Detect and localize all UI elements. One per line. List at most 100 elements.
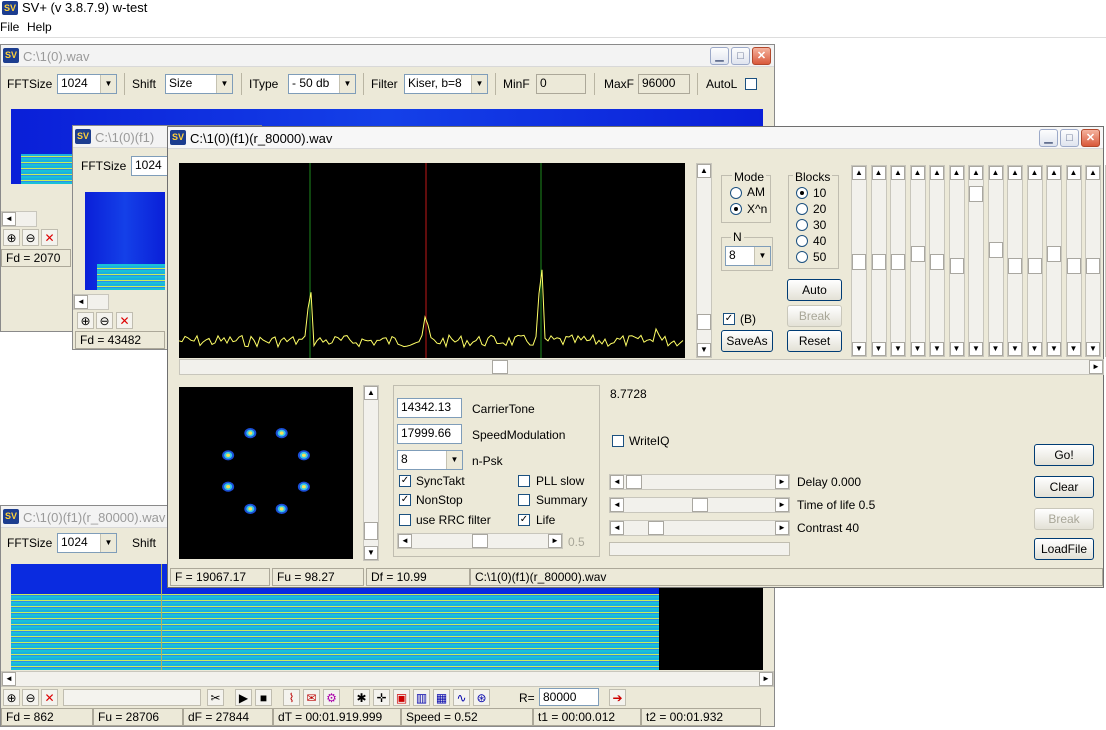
vertical-slider[interactable]: ▲▼	[890, 165, 906, 357]
vertical-slider[interactable]: ▲▼	[929, 165, 945, 357]
fftsize-select[interactable]: 1024 ▼	[57, 74, 117, 94]
settings-icon[interactable]: ⚙	[323, 689, 340, 706]
blocks-radio-30[interactable]	[796, 219, 808, 231]
wave-icon[interactable]: ∿	[453, 689, 470, 706]
window-logo: SV	[3, 48, 19, 63]
waterfall-display[interactable]	[85, 192, 165, 290]
b-checkbox[interactable]: ✓	[723, 313, 735, 325]
vertical-slider[interactable]: ▲▼	[968, 165, 984, 357]
r-field[interactable]: 80000	[539, 688, 599, 706]
spectrum-v-scrollbar[interactable]: ▲ ▼	[696, 163, 712, 358]
speed-modulation-field[interactable]: 17999.66	[397, 424, 462, 444]
pll-slow-checkbox[interactable]	[518, 475, 530, 487]
shift-select[interactable]: Size ▼	[165, 74, 233, 94]
cross-icon[interactable]: ✛	[373, 689, 390, 706]
zoom-reset-icon[interactable]: ✕	[116, 312, 133, 329]
window-logo: SV	[3, 509, 19, 524]
spectrum-display[interactable]	[178, 163, 685, 358]
zoom-reset-icon[interactable]: ✕	[41, 229, 58, 246]
summary-checkbox[interactable]	[518, 494, 530, 506]
constellation-display[interactable]	[179, 387, 353, 559]
loadfile-button[interactable]: LoadFile	[1034, 538, 1094, 560]
h-scrollbar[interactable]: ◄	[73, 294, 109, 310]
writeiq-checkbox[interactable]	[612, 435, 624, 447]
npsk-label: n-Psk	[472, 454, 503, 468]
life-checkbox[interactable]: ✓	[518, 514, 530, 526]
contrast-slider[interactable]: ◄ ►	[609, 520, 790, 536]
marker-icon[interactable]: ✱	[353, 689, 370, 706]
go-button[interactable]: Go!	[1034, 444, 1094, 466]
blocks-radio-50[interactable]	[796, 251, 808, 263]
stop-icon[interactable]: ■	[255, 689, 272, 706]
psk-slider[interactable]: ◄ ►	[397, 533, 563, 549]
zoom-in-icon[interactable]: ⊕	[3, 689, 20, 706]
scroll-left-icon: ◄	[2, 212, 16, 226]
close-icon[interactable]: ✕	[752, 47, 771, 65]
vertical-slider[interactable]: ▲▼	[1007, 165, 1023, 357]
minf-field[interactable]: 0	[536, 74, 586, 94]
vertical-slider[interactable]: ▲▼	[909, 165, 926, 357]
fftsize-select[interactable]: 1024 ▼	[57, 533, 117, 553]
go-arrow-icon[interactable]: ➔	[609, 689, 626, 706]
zoom-out-icon[interactable]: ⊖	[22, 229, 39, 246]
maximize-icon[interactable]: □	[731, 47, 750, 65]
envelope-icon[interactable]: ✉	[303, 689, 320, 706]
grid-icon[interactable]: ▦	[433, 689, 450, 706]
menu-help[interactable]: Help	[27, 20, 52, 34]
vertical-slider[interactable]: ▲▼	[1065, 165, 1082, 357]
rrc-filter-checkbox[interactable]	[399, 514, 411, 526]
zoom-in-icon[interactable]: ⊕	[77, 312, 94, 329]
spectrum-icon[interactable]: ⌇	[283, 689, 300, 706]
minimize-icon[interactable]: ▁	[1039, 129, 1058, 147]
bars-icon[interactable]: ▥	[413, 689, 430, 706]
clear-button[interactable]: Clear	[1034, 476, 1094, 498]
blocks-radio-40[interactable]	[796, 235, 808, 247]
spectrum-h-scrollbar[interactable]: ►	[179, 359, 1104, 375]
n-select[interactable]: 8 ▼	[725, 246, 771, 266]
break-button[interactable]: Break	[787, 305, 842, 327]
vertical-slider[interactable]: ▲▼	[1026, 165, 1043, 357]
vertical-slider[interactable]: ▲▼	[851, 165, 867, 357]
zoom-out-icon[interactable]: ⊖	[22, 689, 39, 706]
zoom-out-icon[interactable]: ⊖	[96, 312, 113, 329]
itype-select[interactable]: - 50 db ▼	[288, 74, 356, 94]
vertical-slider[interactable]: ▲▼	[1046, 165, 1062, 357]
menu-file[interactable]: File	[0, 20, 19, 34]
reset-button[interactable]: Reset	[787, 330, 842, 352]
saveas-button[interactable]: SaveAs	[721, 330, 773, 352]
auto-button[interactable]: Auto	[787, 279, 842, 301]
carrier-tone-field[interactable]: 14342.13	[397, 398, 462, 418]
blocks-radio-10[interactable]	[796, 187, 808, 199]
h-scrollbar[interactable]: ◄	[1, 211, 37, 227]
cut-icon[interactable]: ✂	[207, 689, 224, 706]
vertical-slider[interactable]: ▲▼	[1085, 165, 1101, 357]
nonstop-checkbox[interactable]: ✓	[399, 494, 411, 506]
break2-button[interactable]: Break	[1034, 508, 1094, 530]
play-icon[interactable]: ▶	[235, 689, 252, 706]
window-1-titlebar[interactable]: SV C:\1(0).wav ▁ □ ✕	[1, 45, 774, 67]
h-scrollbar[interactable]: ◄ ►	[1, 671, 774, 687]
synctakt-checkbox[interactable]: ✓	[399, 475, 411, 487]
minimize-icon[interactable]: ▁	[710, 47, 729, 65]
blocks-label-10: 10	[813, 186, 827, 200]
time-of-life-slider[interactable]: ◄ ►	[609, 497, 790, 513]
globe-icon[interactable]: ⊛	[473, 689, 490, 706]
filter-select[interactable]: Kiser, b=8 ▼	[404, 74, 488, 94]
mode-xn-radio[interactable]	[730, 203, 742, 215]
main-window-titlebar[interactable]: SV C:\1(0)(f1)(r_80000).wav ▁ □ ✕	[168, 127, 1103, 149]
maxf-field[interactable]: 96000	[638, 74, 690, 94]
autol-checkbox[interactable]	[745, 78, 757, 90]
delay-slider[interactable]: ◄ ►	[609, 474, 790, 490]
filter-icon[interactable]: ▣	[393, 689, 410, 706]
maximize-icon[interactable]: □	[1060, 129, 1079, 147]
vertical-slider[interactable]: ▲▼	[948, 165, 965, 357]
constellation-v-scrollbar[interactable]: ▲ ▼	[363, 385, 379, 561]
mode-am-radio[interactable]	[730, 187, 742, 199]
close-icon[interactable]: ✕	[1081, 129, 1100, 147]
vertical-slider[interactable]: ▲▼	[987, 165, 1004, 357]
vertical-slider[interactable]: ▲▼	[870, 165, 887, 357]
npsk-select[interactable]: 8 ▼	[397, 450, 463, 470]
zoom-in-icon[interactable]: ⊕	[3, 229, 20, 246]
zoom-reset-icon[interactable]: ✕	[41, 689, 58, 706]
blocks-radio-20[interactable]	[796, 203, 808, 215]
